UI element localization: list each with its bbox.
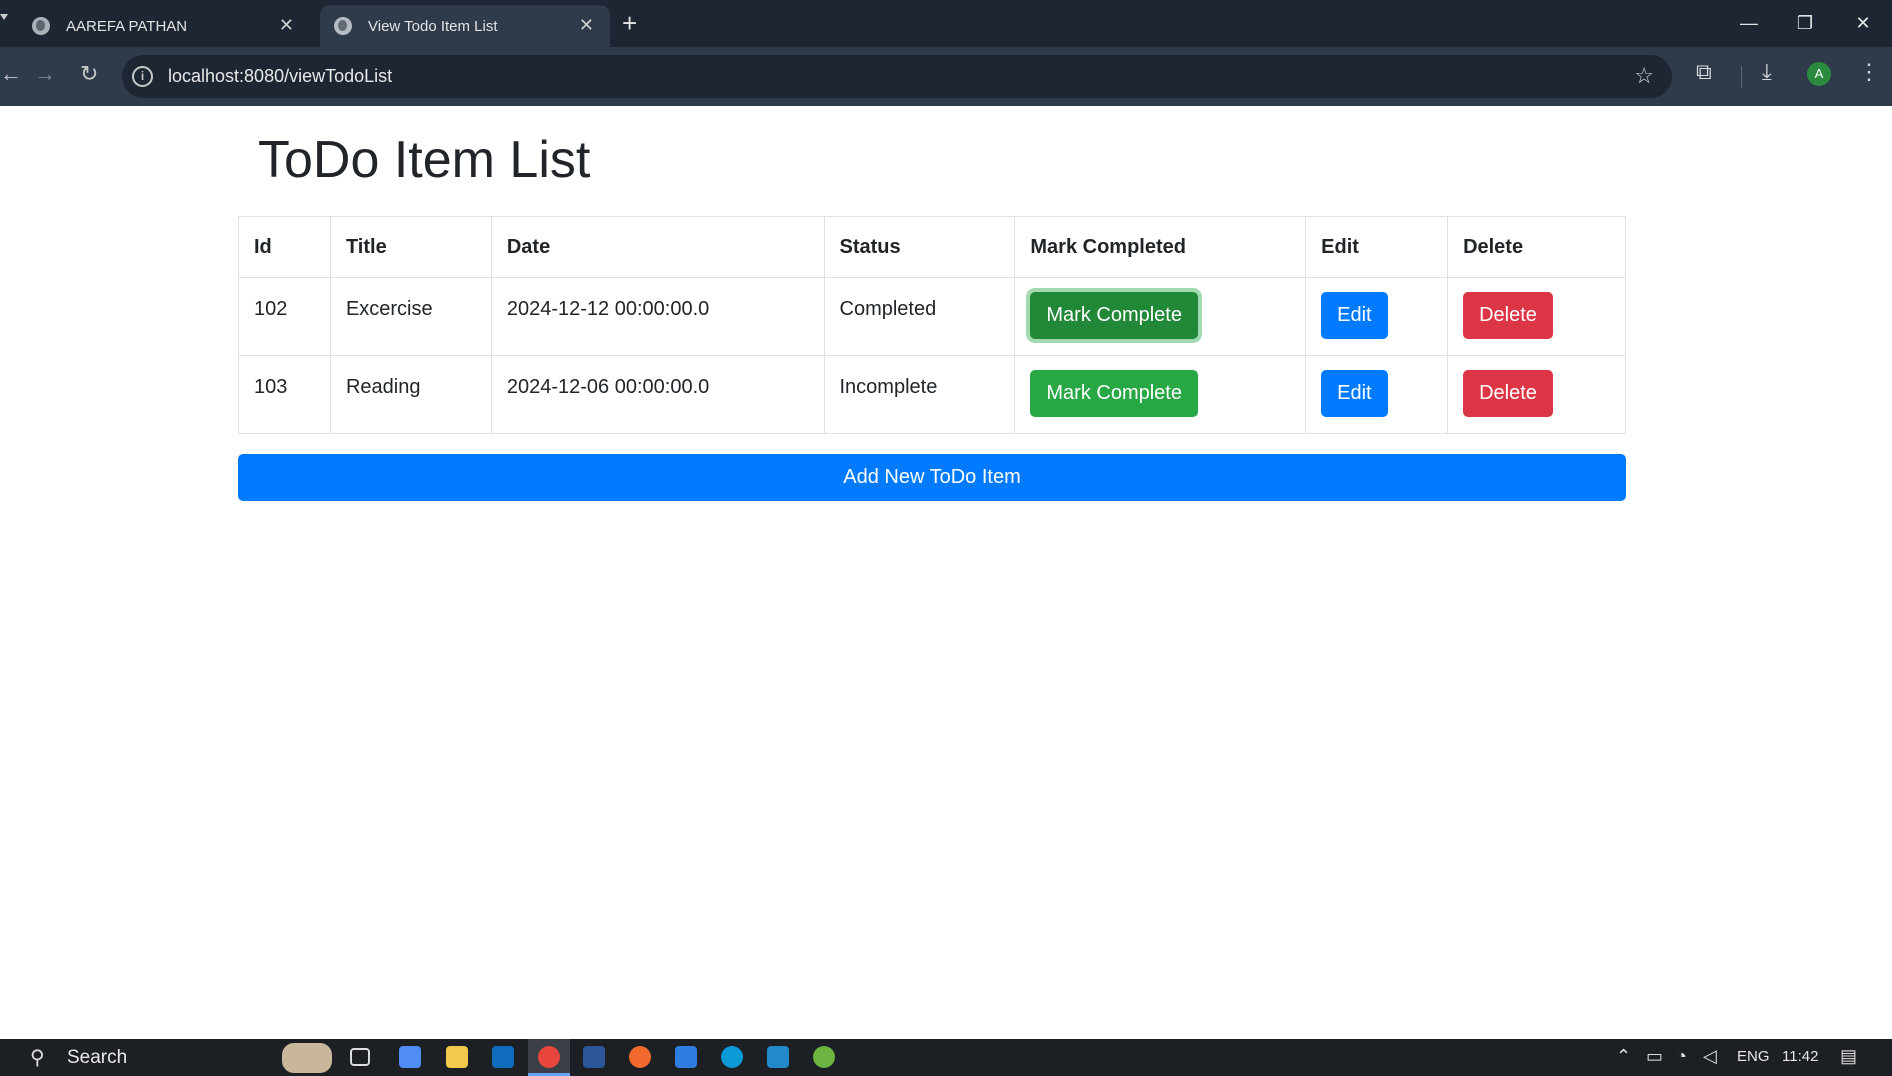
tab-aarefa-pathan[interactable]: AAREFA PATHAN ✕ <box>18 5 310 47</box>
cell-status: Incomplete <box>823 355 1016 434</box>
cell-id: 103 <box>238 355 331 434</box>
extensions-icon[interactable]: ⧉ <box>1696 59 1712 85</box>
wifi-icon[interactable]: ◔ <box>1676 1046 1687 1067</box>
address-bar[interactable]: i localhost:8080/viewTodoList ☆ <box>122 55 1672 98</box>
back-icon[interactable]: ← <box>0 61 22 87</box>
column-header-date: Date <box>490 216 825 278</box>
table-header-row: Id Title Date Status Mark Completed Edit… <box>238 216 1626 278</box>
cell-title: Reading <box>329 355 492 434</box>
skype-icon[interactable] <box>721 1046 743 1068</box>
spring-icon[interactable] <box>813 1046 835 1068</box>
mark-complete-button[interactable]: Mark Complete <box>1030 292 1198 339</box>
page-content: ToDo Item List Id Title Date Status Mark… <box>0 106 1892 1039</box>
outlook-icon[interactable] <box>492 1046 514 1068</box>
close-tab-icon[interactable]: ✕ <box>279 15 294 36</box>
postman-icon[interactable] <box>629 1046 651 1068</box>
edit-button[interactable]: Edit <box>1321 292 1388 339</box>
browser-toolbar: ← → ↻ i localhost:8080/viewTodoList ☆ ⧉ … <box>0 47 1892 106</box>
new-tab-button[interactable]: + <box>622 8 637 39</box>
profile-avatar[interactable]: A <box>1807 62 1831 86</box>
column-header-title: Title <box>329 216 492 278</box>
delete-button[interactable]: Delete <box>1463 370 1553 417</box>
page-title: ToDo Item List <box>258 131 591 189</box>
tab-title: AAREFA PATHAN <box>66 17 188 35</box>
site-info-icon[interactable]: i <box>132 66 153 87</box>
file-explorer-icon[interactable] <box>446 1046 468 1068</box>
menu-icon[interactable]: ⋮ <box>1858 59 1880 85</box>
cell-status: Completed <box>823 277 1016 356</box>
show-hidden-icons-icon[interactable]: ⌃ <box>1616 1046 1631 1067</box>
column-header-delete: Delete <box>1447 216 1626 278</box>
mark-complete-button[interactable]: Mark Complete <box>1030 370 1198 417</box>
chrome-icon[interactable] <box>538 1046 560 1068</box>
bookmark-star-icon[interactable]: ☆ <box>1634 63 1654 89</box>
word-icon[interactable] <box>583 1046 605 1068</box>
cell-delete: Delete <box>1447 355 1626 434</box>
copilot-icon[interactable] <box>399 1046 421 1068</box>
reload-icon[interactable]: ↻ <box>80 61 98 87</box>
column-header-id: Id <box>238 216 331 278</box>
taskbar: ⚲ Search ⌃ ▭ ◔ ◁ ENG 11:42 ▤ <box>0 1039 1892 1076</box>
globe-icon <box>334 17 352 35</box>
cell-edit: Edit <box>1305 277 1449 356</box>
cell-id: 102 <box>238 277 331 356</box>
url-text[interactable]: localhost:8080/viewTodoList <box>168 66 392 87</box>
close-tab-icon[interactable]: ✕ <box>579 15 594 36</box>
column-header-status: Status <box>823 216 1016 278</box>
globe-icon <box>32 17 50 35</box>
task-view-icon[interactable] <box>350 1048 370 1066</box>
tab-view-todo-item-list[interactable]: View Todo Item List ✕ <box>320 5 610 47</box>
notifications-icon[interactable]: ▤ <box>1840 1046 1857 1067</box>
cell-date: 2024-12-06 00:00:00.0 <box>490 355 825 434</box>
close-window-button[interactable]: ✕ <box>1838 6 1888 40</box>
search-icon[interactable]: ⚲ <box>30 1045 45 1070</box>
cell-edit: Edit <box>1305 355 1449 434</box>
cell-mark: Mark Complete <box>1014 277 1307 356</box>
vscode-icon[interactable] <box>767 1046 789 1068</box>
browser-tab-strip: AAREFA PATHAN ✕ View Todo Item List ✕ + … <box>0 0 1892 47</box>
language-indicator[interactable]: ENG <box>1737 1048 1770 1065</box>
cell-date: 2024-12-12 00:00:00.0 <box>490 277 825 356</box>
tab-title: View Todo Item List <box>368 17 498 35</box>
table-row: 103 Reading 2024-12-06 00:00:00.0 Incomp… <box>238 355 1626 434</box>
search-highlight-icon[interactable] <box>282 1043 332 1073</box>
todo-check-icon[interactable] <box>675 1046 697 1068</box>
todo-table: Id Title Date Status Mark Completed Edit… <box>238 216 1626 434</box>
minimize-button[interactable]: — <box>1724 6 1774 40</box>
delete-button[interactable]: Delete <box>1463 292 1553 339</box>
cell-delete: Delete <box>1447 277 1626 356</box>
column-header-mark-completed: Mark Completed <box>1014 216 1307 278</box>
restore-button[interactable]: ❐ <box>1780 6 1830 40</box>
volume-icon[interactable]: ◁ <box>1703 1046 1717 1067</box>
cell-title: Excercise <box>329 277 492 356</box>
table-row: 102 Excercise 2024-12-12 00:00:00.0 Comp… <box>238 277 1626 356</box>
column-header-edit: Edit <box>1305 216 1449 278</box>
toolbar-divider <box>1741 66 1742 88</box>
cell-mark: Mark Complete <box>1014 355 1307 434</box>
download-icon[interactable]: ⤓ <box>1762 59 1772 85</box>
clock[interactable]: 11:42 <box>1782 1048 1818 1065</box>
edit-button[interactable]: Edit <box>1321 370 1388 417</box>
battery-icon[interactable]: ▭ <box>1646 1046 1663 1067</box>
forward-icon[interactable]: → <box>34 61 56 87</box>
taskbar-search[interactable]: Search <box>67 1047 127 1069</box>
add-new-todo-button[interactable]: Add New ToDo Item <box>238 454 1626 501</box>
tab-search-icon[interactable] <box>0 14 8 24</box>
